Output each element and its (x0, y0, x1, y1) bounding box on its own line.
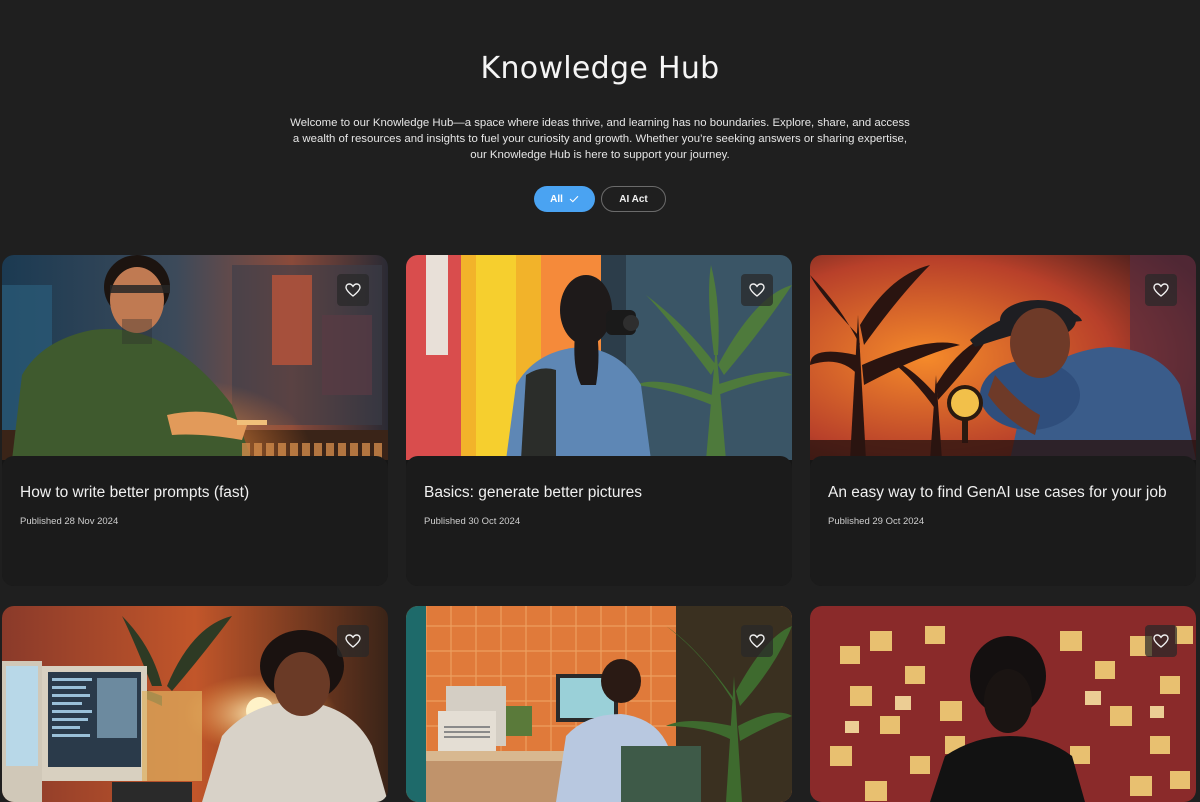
heart-icon (345, 634, 361, 648)
filter-chip-ai-act[interactable]: AI Act (601, 186, 666, 212)
favorite-button[interactable] (741, 625, 773, 657)
heart-icon (749, 283, 765, 297)
article-card[interactable]: How to write better prompts (fast) Publi… (2, 255, 388, 586)
article-image (2, 255, 388, 460)
heart-icon (1153, 634, 1169, 648)
favorite-button[interactable] (1145, 274, 1177, 306)
article-image (406, 606, 792, 802)
hero: Knowledge Hub Welcome to our Knowledge H… (0, 0, 1200, 212)
article-image (406, 255, 792, 460)
article-card[interactable] (406, 606, 792, 802)
article-card[interactable] (2, 606, 388, 802)
article-image (2, 606, 388, 802)
article-date: Published 29 Oct 2024 (828, 516, 925, 527)
check-icon (569, 195, 579, 203)
heart-icon (345, 283, 361, 297)
article-image (810, 606, 1196, 802)
filter-chip-label: AI Act (619, 193, 648, 205)
article-card[interactable] (810, 606, 1196, 802)
article-title[interactable]: Basics: generate better pictures (424, 482, 774, 504)
article-date: Published 30 Oct 2024 (424, 516, 521, 527)
article-card-body: An easy way to find GenAI use cases for … (810, 456, 1196, 586)
heart-icon (749, 634, 765, 648)
article-card[interactable]: Basics: generate better pictures Publish… (406, 255, 792, 586)
article-image (810, 255, 1196, 460)
favorite-button[interactable] (741, 274, 773, 306)
favorite-button[interactable] (1145, 625, 1177, 657)
page-description: Welcome to our Knowledge Hub—a space whe… (290, 117, 910, 161)
page-title: Knowledge Hub (480, 51, 720, 86)
filter-chip-all[interactable]: All (534, 186, 595, 212)
article-card[interactable]: An easy way to find GenAI use cases for … (810, 255, 1196, 586)
article-card-body: How to write better prompts (fast) Publi… (2, 456, 388, 586)
filter-bar: All AI Act (0, 186, 1200, 212)
favorite-button[interactable] (337, 625, 369, 657)
article-title[interactable]: How to write better prompts (fast) (20, 482, 370, 504)
favorite-button[interactable] (337, 274, 369, 306)
article-date: Published 28 Nov 2024 (20, 516, 119, 527)
filter-chip-label: All (550, 193, 563, 205)
heart-icon (1153, 283, 1169, 297)
article-title[interactable]: An easy way to find GenAI use cases for … (828, 482, 1178, 504)
article-grid: How to write better prompts (fast) Publi… (2, 255, 1196, 802)
article-card-body: Basics: generate better pictures Publish… (406, 456, 792, 586)
